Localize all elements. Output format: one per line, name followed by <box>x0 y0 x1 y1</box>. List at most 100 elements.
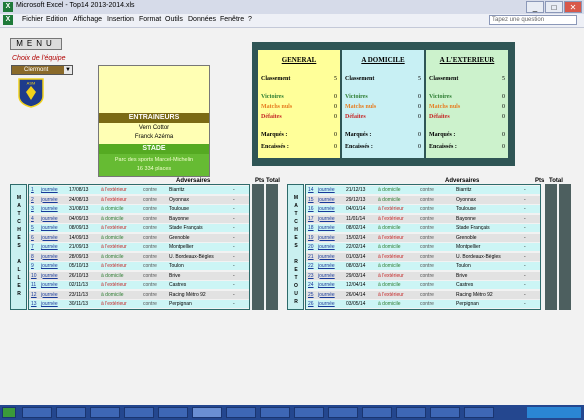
round-number[interactable]: 17 <box>308 215 314 223</box>
round-link[interactable]: journée <box>41 272 58 280</box>
taskbar-item[interactable] <box>396 407 426 418</box>
round-number[interactable]: 26 <box>308 300 314 308</box>
taskbar-item[interactable] <box>22 407 52 418</box>
taskbar-item[interactable] <box>294 407 324 418</box>
taskbar-item[interactable] <box>430 407 460 418</box>
maximize-button[interactable]: □ <box>545 1 563 13</box>
round-link[interactable]: journée <box>318 243 335 251</box>
taskbar-item[interactable] <box>464 407 494 418</box>
round-link[interactable]: journée <box>318 186 335 194</box>
round-link[interactable]: journée <box>318 234 335 242</box>
round-link[interactable]: journée <box>41 186 58 194</box>
round-link[interactable]: journée <box>318 291 335 299</box>
round-number[interactable]: 21 <box>308 253 314 261</box>
taskbar-item[interactable] <box>226 407 256 418</box>
menu-outils[interactable]: Outils <box>165 16 183 23</box>
match-venue: à l'extérieur <box>378 291 404 298</box>
round-link[interactable]: journée <box>318 224 335 232</box>
menu-donnees[interactable]: Données <box>188 16 216 23</box>
round-link[interactable]: journée <box>41 234 58 242</box>
side-letter: E <box>294 235 298 241</box>
round-number[interactable]: 4 <box>31 215 34 223</box>
round-link[interactable]: journée <box>41 243 58 251</box>
round-number[interactable]: 7 <box>31 243 34 251</box>
start-button[interactable] <box>2 407 16 418</box>
round-number[interactable]: 5 <box>31 224 34 232</box>
match-date: 17/08/13 <box>69 187 89 193</box>
round-number[interactable]: 25 <box>308 291 314 299</box>
match-venue: à domicile <box>101 234 124 241</box>
logo-text: ASM <box>27 81 36 86</box>
round-link[interactable]: journée <box>318 253 335 261</box>
menu-format[interactable]: Format <box>139 16 161 23</box>
round-link[interactable]: journée <box>318 272 335 280</box>
round-number[interactable]: 13 <box>31 300 37 308</box>
taskbar-item[interactable] <box>260 407 290 418</box>
round-number[interactable]: 3 <box>31 205 34 213</box>
stat-label: Victoires <box>261 94 284 100</box>
round-number[interactable]: 1 <box>31 186 34 194</box>
taskbar-item[interactable] <box>158 407 188 418</box>
round-number[interactable]: 6 <box>31 234 34 242</box>
chevron-down-icon[interactable]: ▼ <box>64 66 72 74</box>
round-number[interactable]: 24 <box>308 281 314 289</box>
round-link[interactable]: journée <box>41 300 58 308</box>
taskbar-item[interactable] <box>124 407 154 418</box>
stat-value: 0 <box>502 144 505 150</box>
round-number[interactable]: 22 <box>308 262 314 270</box>
round-number[interactable]: 9 <box>31 262 34 270</box>
round-number[interactable]: 19 <box>308 234 314 242</box>
round-number[interactable]: 10 <box>31 272 37 280</box>
round-link[interactable]: journée <box>41 196 58 204</box>
menu-fichier[interactable]: Fichier <box>22 16 43 23</box>
round-link[interactable]: journée <box>41 253 58 261</box>
taskbar-item[interactable] <box>90 407 120 418</box>
stadium-header: STADE <box>99 144 209 154</box>
round-number[interactable]: 2 <box>31 196 34 204</box>
round-number[interactable]: 15 <box>308 196 314 204</box>
workbook-icon[interactable]: X <box>3 15 13 25</box>
round-link[interactable]: journée <box>318 215 335 223</box>
round-number[interactable]: 12 <box>31 291 37 299</box>
round-link[interactable]: journée <box>41 224 58 232</box>
round-link[interactable]: journée <box>41 205 58 213</box>
match-row: 8 journée 28/09/13 à domicile contre U. Borde… <box>29 252 249 261</box>
vs-label: contre <box>143 215 157 222</box>
taskbar-item[interactable] <box>56 407 86 418</box>
excel-app-icon: X <box>3 2 13 12</box>
round-link[interactable]: journée <box>41 215 58 223</box>
round-number[interactable]: 23 <box>308 272 314 280</box>
vs-label: contre <box>143 206 157 212</box>
round-link[interactable]: journée <box>318 281 335 289</box>
round-link[interactable]: journée <box>318 262 335 270</box>
match-venue: à l'extérieur <box>101 301 127 307</box>
round-link[interactable]: journée <box>41 291 58 299</box>
round-number[interactable]: 11 <box>31 281 36 289</box>
stat-row: Victoires 0 <box>261 94 337 100</box>
match-date: 30/11/13 <box>69 301 89 307</box>
team-select[interactable]: Clermont ▼ <box>11 65 73 75</box>
taskbar-item[interactable] <box>328 407 358 418</box>
menu-fenetre[interactable]: Fenêtre <box>220 16 244 23</box>
menu-insertion[interactable]: Insertion <box>107 16 134 23</box>
minimize-button[interactable]: _ <box>526 1 544 13</box>
round-number[interactable]: 8 <box>31 253 34 261</box>
round-link[interactable]: journée <box>318 300 335 308</box>
menu-affichage[interactable]: Affichage <box>73 16 102 23</box>
round-number[interactable]: 18 <box>308 224 314 232</box>
round-link[interactable]: journée <box>318 196 335 204</box>
menu-help[interactable]: ? <box>248 16 252 23</box>
menu-button[interactable]: MENU <box>10 38 62 50</box>
stat-value: 0 <box>334 144 337 150</box>
taskbar-item-active[interactable] <box>192 407 222 418</box>
round-link[interactable]: journée <box>41 281 58 289</box>
taskbar-item[interactable] <box>362 407 392 418</box>
round-number[interactable]: 14 <box>308 186 314 194</box>
menu-edition[interactable]: Edition <box>46 16 67 23</box>
close-button[interactable]: ✕ <box>564 1 582 13</box>
round-number[interactable]: 20 <box>308 243 314 251</box>
round-number[interactable]: 16 <box>308 205 314 213</box>
round-link[interactable]: journée <box>318 205 335 213</box>
round-link[interactable]: journée <box>41 262 58 270</box>
question-input[interactable]: Tapez une question <box>489 15 577 25</box>
